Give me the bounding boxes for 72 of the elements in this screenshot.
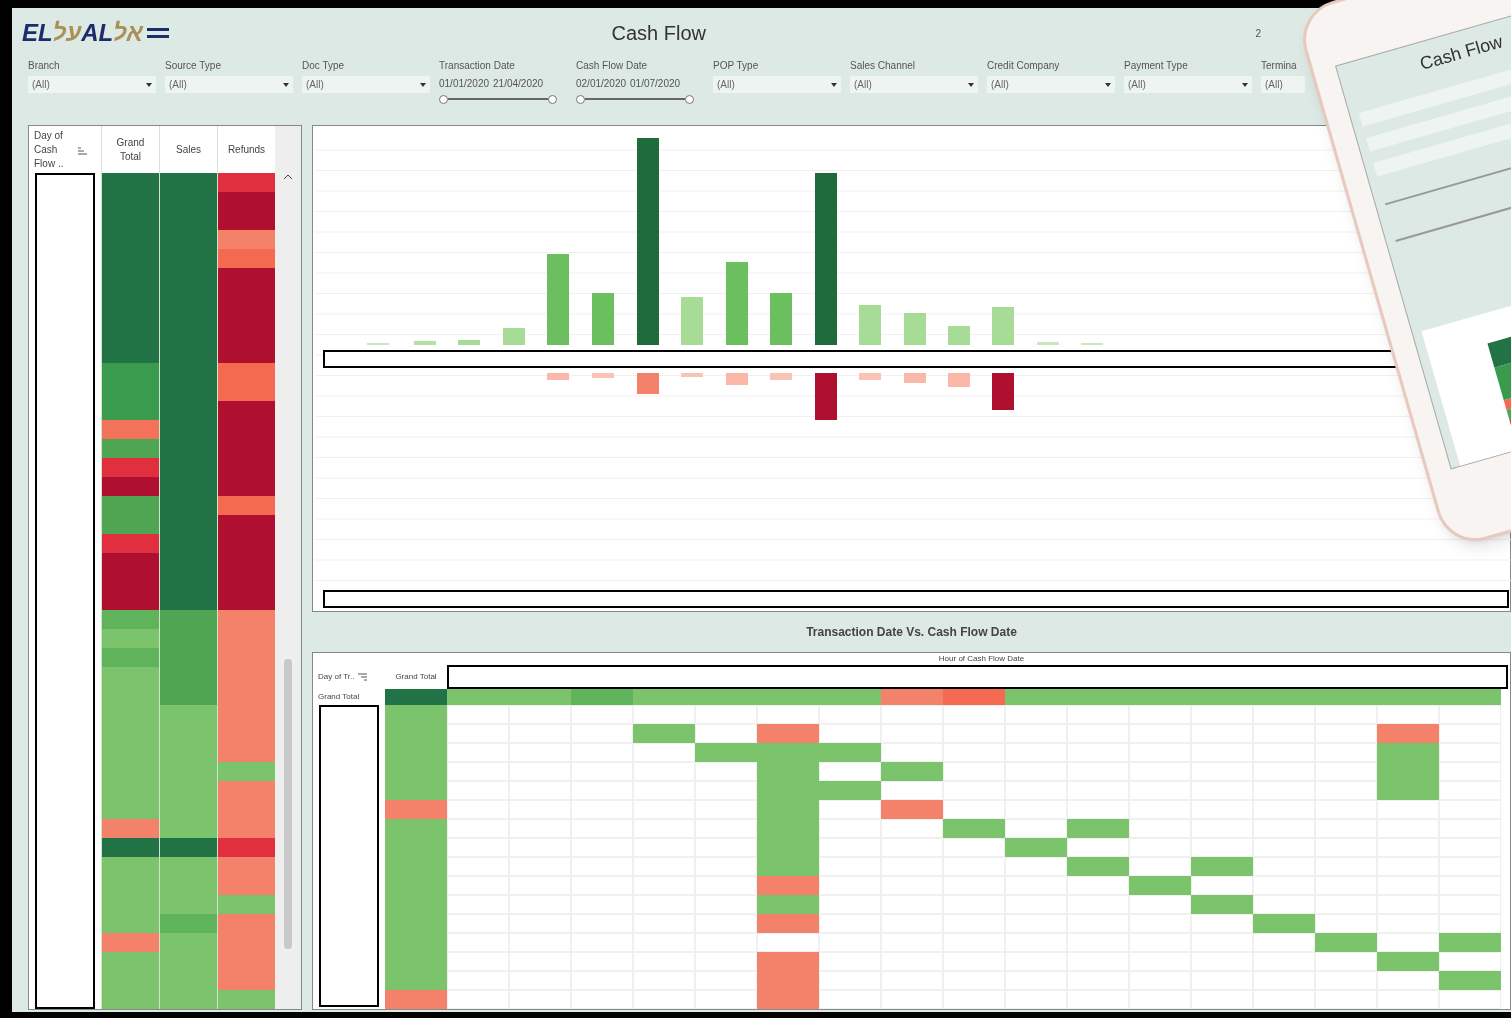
sort-icon[interactable] bbox=[358, 673, 368, 681]
caret-icon bbox=[283, 82, 289, 87]
filter-dropdown[interactable]: (All) bbox=[28, 76, 156, 93]
filter-dropdown[interactable]: (All) bbox=[713, 76, 841, 93]
column-header: Sales bbox=[175, 142, 202, 157]
refund-bar bbox=[859, 373, 881, 380]
sales-bar bbox=[770, 293, 792, 345]
column-header: Grand Total bbox=[395, 672, 437, 681]
corner-text: 2 bbox=[1255, 26, 1261, 41]
range-start: 01/01/2020 bbox=[439, 77, 490, 91]
filter-label: Termina bbox=[1261, 59, 1298, 73]
sales-bar bbox=[503, 328, 525, 345]
filter-label: Branch bbox=[28, 59, 61, 73]
sales-bar bbox=[592, 293, 614, 345]
filter-label: Sales Channel bbox=[850, 59, 917, 73]
refund-bar bbox=[815, 373, 837, 420]
sales-bar bbox=[414, 341, 436, 345]
scroll-up-icon[interactable] bbox=[284, 174, 292, 179]
refund-bar bbox=[992, 373, 1014, 410]
filter-label: Source Type bbox=[165, 59, 222, 73]
sort-icon[interactable] bbox=[78, 147, 87, 155]
sales-bar bbox=[948, 326, 970, 345]
filter-label: Payment Type bbox=[1124, 59, 1189, 73]
filter-label: Credit Company bbox=[987, 59, 1061, 73]
column-header: Day of Tr.. bbox=[318, 671, 355, 683]
range-end: 21/04/2020 bbox=[493, 77, 544, 91]
slider-handle[interactable] bbox=[439, 94, 448, 104]
caret-icon bbox=[831, 82, 837, 87]
sales-bar bbox=[1037, 342, 1059, 345]
sales-bar bbox=[904, 313, 926, 345]
filter-label: Transaction Date bbox=[439, 59, 516, 73]
sales-bar bbox=[458, 340, 480, 345]
refund-bar bbox=[948, 373, 970, 387]
filter-label: Cash Flow Date bbox=[576, 59, 649, 73]
range-start: 02/01/2020 bbox=[576, 77, 627, 91]
filter-dropdown[interactable]: (All) bbox=[987, 76, 1115, 93]
matrix-title: Transaction Date Vs. Cash Flow Date bbox=[806, 624, 1017, 641]
column-header: Grand Total bbox=[115, 135, 146, 164]
filter-dropdown[interactable]: (All) bbox=[1261, 76, 1305, 93]
slider-handle[interactable] bbox=[685, 94, 694, 104]
caret-icon bbox=[146, 82, 152, 87]
caret-icon bbox=[1105, 82, 1111, 87]
refund-bar bbox=[592, 373, 614, 378]
filter-dropdown[interactable]: (All) bbox=[302, 76, 430, 93]
slider-handle[interactable] bbox=[548, 94, 557, 104]
scrollbar[interactable] bbox=[275, 126, 301, 1009]
sales-bar bbox=[992, 307, 1014, 345]
filter-dropdown[interactable]: (All) bbox=[850, 76, 978, 93]
refund-bar bbox=[637, 373, 659, 394]
row-header: Grand Total bbox=[318, 691, 360, 703]
caret-icon bbox=[1242, 82, 1248, 87]
range-end: 01/07/2020 bbox=[630, 77, 681, 91]
column-header: Day of Cash Flow .. bbox=[34, 129, 65, 171]
refund-bar bbox=[547, 373, 569, 380]
scrollbar-thumb[interactable] bbox=[284, 659, 292, 949]
filter-dropdown[interactable]: (All) bbox=[1124, 76, 1252, 93]
filter-dropdown[interactable]: (All) bbox=[165, 76, 293, 93]
caret-icon bbox=[968, 82, 974, 87]
refund-bar bbox=[770, 373, 792, 380]
caret-icon bbox=[420, 82, 426, 87]
filter-label: POP Type bbox=[713, 59, 760, 73]
column-header: Refunds bbox=[226, 142, 267, 157]
refund-bar bbox=[904, 373, 926, 383]
refund-bar bbox=[726, 373, 748, 385]
column-header: Hour of Cash Flow Date bbox=[938, 653, 1025, 665]
dashboard-title: Cash Flow bbox=[611, 21, 706, 46]
sales-bar bbox=[681, 297, 703, 345]
phone-screen-title: Cash Flow bbox=[1416, 30, 1506, 76]
slider-handle[interactable] bbox=[576, 94, 585, 104]
sales-bar bbox=[859, 305, 881, 345]
filter-label: Doc Type bbox=[302, 59, 346, 73]
refund-bar bbox=[681, 373, 703, 377]
